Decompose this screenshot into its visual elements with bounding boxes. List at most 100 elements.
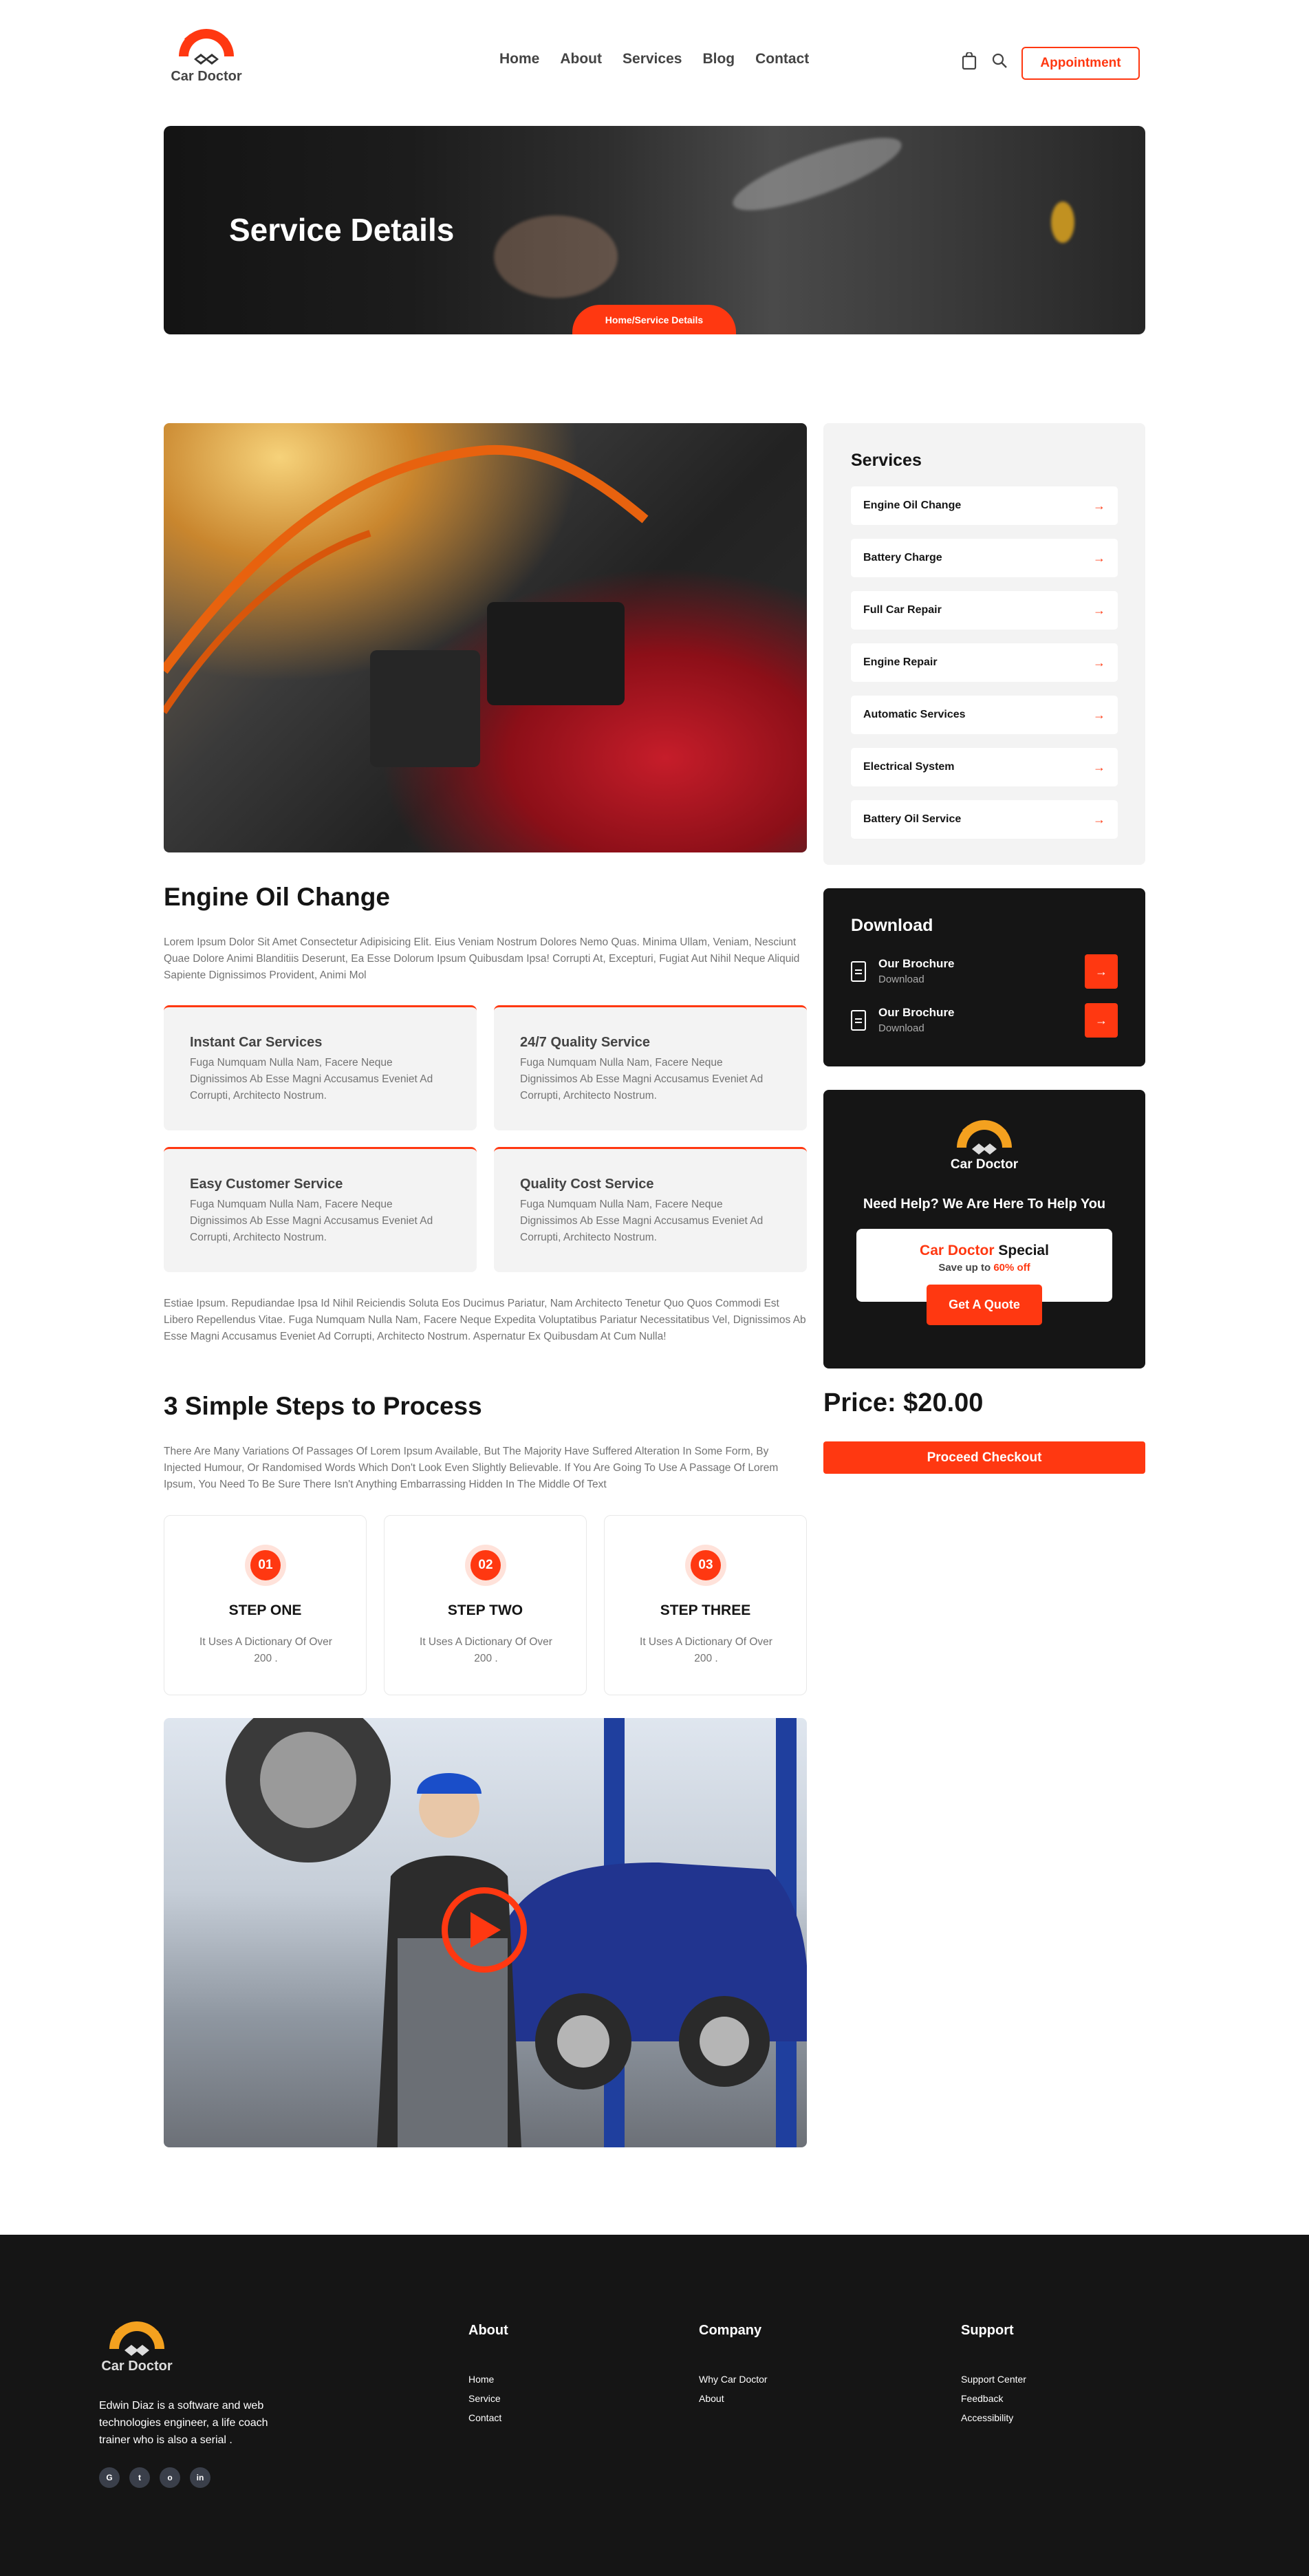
- service-label: Engine Oil Change: [863, 500, 962, 511]
- breadcrumb[interactable]: Home/Service Details: [572, 305, 736, 334]
- service-label: Electrical System: [863, 761, 955, 773]
- arrow-right-icon: →: [1093, 498, 1105, 513]
- help-logo: Car Doctor: [944, 1120, 1024, 1172]
- service-label: Battery Oil Service: [863, 813, 962, 825]
- gear-logo-icon: [109, 2321, 164, 2356]
- play-icon: [470, 1912, 501, 1948]
- step-card: 02 STEP TWO It Uses A Dictionary Of Over…: [384, 1515, 587, 1695]
- feature-title: Easy Customer Service: [190, 1177, 343, 1192]
- hero-title: Service Details: [229, 212, 455, 248]
- nav-about[interactable]: About: [560, 51, 602, 67]
- step-card: 01 STEP ONE It Uses A Dictionary Of Over…: [164, 1515, 367, 1695]
- service-label: Full Car Repair: [863, 604, 942, 616]
- logo-text: Car Doctor: [171, 69, 242, 84]
- footer-logo-text: Car Doctor: [101, 2359, 173, 2374]
- download-title: Download: [851, 916, 933, 935]
- service-title: Engine Oil Change: [164, 883, 390, 911]
- footer-link[interactable]: Support Center: [961, 2374, 1026, 2385]
- footer-link[interactable]: Service: [468, 2393, 501, 2404]
- step-number-badge: 02: [465, 1545, 506, 1586]
- help-title: Need Help? We Are Here To Help You: [863, 1196, 1106, 1212]
- google-icon[interactable]: G: [99, 2467, 120, 2488]
- service-link[interactable]: Full Car Repair →: [851, 591, 1118, 630]
- arrow-right-icon: →: [1093, 812, 1105, 826]
- feature-desc: Fuga Numquam Nulla Nam, Facere Neque Dig…: [190, 1057, 433, 1102]
- special-save: Save up to 60% off: [856, 1262, 1112, 1274]
- gear-logo-icon: [179, 29, 234, 65]
- nav-home[interactable]: Home: [499, 51, 539, 67]
- help-logo-text: Car Doctor: [950, 1157, 1019, 1172]
- arrow-right-icon: →: [1095, 1013, 1107, 1027]
- special-brand: Car Doctor: [920, 1243, 995, 1258]
- service-intro: Lorem Ipsum Dolor Sit Amet Consectetur A…: [164, 936, 800, 981]
- nav-services[interactable]: Services: [623, 51, 682, 67]
- footer-link[interactable]: Feedback: [961, 2393, 1003, 2404]
- gear-logo-icon: [957, 1120, 1012, 1155]
- footer-link[interactable]: Contact: [468, 2412, 501, 2423]
- nav-contact[interactable]: Contact: [755, 51, 809, 67]
- step-number-badge: 03: [685, 1545, 726, 1586]
- footer-link[interactable]: Why Car Doctor: [699, 2374, 768, 2385]
- help-panel: Car Doctor Need Help? We Are Here To Hel…: [823, 1090, 1145, 1368]
- linkedin-icon[interactable]: in: [190, 2467, 210, 2488]
- service-link[interactable]: Automatic Services →: [851, 696, 1118, 734]
- bag-icon[interactable]: [962, 51, 977, 74]
- service-price: Price: $20.00: [823, 1388, 984, 1417]
- file-icon: [851, 961, 866, 982]
- footer-link[interactable]: Home: [468, 2374, 494, 2385]
- arrow-right-icon: →: [1093, 655, 1105, 669]
- special-word: Special: [998, 1243, 1049, 1258]
- step-title: STEP TWO: [447, 1602, 523, 1618]
- footer-link[interactable]: About: [699, 2393, 724, 2404]
- step-title: STEP THREE: [660, 1602, 751, 1618]
- get-quote-button[interactable]: Get A Quote: [927, 1285, 1042, 1325]
- feature-title: Quality Cost Service: [520, 1177, 654, 1192]
- feature-desc: Fuga Numquam Nulla Nam, Facere Neque Dig…: [520, 1057, 764, 1102]
- service-link[interactable]: Electrical System →: [851, 748, 1118, 786]
- footer-description: Edwin Diaz is a software and web technol…: [99, 2400, 268, 2446]
- feature-card: Easy Customer Service Fuga Numquam Nulla…: [164, 1147, 477, 1272]
- footer-link[interactable]: Accessibility: [961, 2412, 1013, 2423]
- service-link[interactable]: Engine Repair →: [851, 643, 1118, 682]
- steps-title: 3 Simple Steps to Process: [164, 1392, 482, 1420]
- arrow-right-icon: →: [1093, 760, 1105, 774]
- footer-col-title: Support: [961, 2323, 1014, 2338]
- download-item-sub: Download: [878, 1022, 924, 1034]
- step-card: 03 STEP THREE It Uses A Dictionary Of Ov…: [604, 1515, 807, 1695]
- service-outro: Estiae Ipsum. Repudiandae Ipsa Id Nihil …: [164, 1298, 806, 1342]
- arrow-right-icon: →: [1093, 603, 1105, 617]
- download-item-title: Our Brochure: [878, 957, 955, 970]
- footer-logo[interactable]: Car Doctor: [99, 2321, 175, 2374]
- special-title: Car Doctor Special: [856, 1243, 1112, 1259]
- download-button[interactable]: →: [1085, 1003, 1118, 1038]
- download-button[interactable]: →: [1085, 954, 1118, 989]
- appointment-button[interactable]: Appointment: [1021, 47, 1140, 80]
- service-link[interactable]: Engine Oil Change →: [851, 486, 1118, 525]
- hero-glint: [1051, 202, 1074, 243]
- feature-card: Instant Car Services Fuga Numquam Nulla …: [164, 1005, 477, 1130]
- services-sidebar: Services Engine Oil Change → Battery Char…: [823, 423, 1145, 865]
- hero-glint: [726, 126, 909, 224]
- search-icon[interactable]: [991, 52, 1008, 72]
- service-link[interactable]: Battery Charge →: [851, 539, 1118, 577]
- mechanic-video: [164, 1718, 807, 2147]
- instagram-icon[interactable]: o: [160, 2467, 180, 2488]
- step-number: 01: [250, 1550, 281, 1580]
- twitter-icon[interactable]: t: [129, 2467, 150, 2488]
- site-logo[interactable]: Car Doctor: [168, 29, 245, 85]
- arrow-right-icon: →: [1093, 550, 1105, 565]
- step-desc: It Uses A Dictionary Of Over 200 .: [640, 1636, 772, 1664]
- service-link[interactable]: Battery Oil Service →: [851, 800, 1118, 839]
- feature-card: Quality Cost Service Fuga Numquam Nulla …: [494, 1147, 807, 1272]
- play-button[interactable]: [442, 1887, 527, 1973]
- footer-col-title: About: [468, 2323, 508, 2338]
- special-off: 60% off: [993, 1262, 1030, 1274]
- proceed-checkout-button[interactable]: Proceed Checkout: [823, 1441, 1145, 1474]
- special-save-label: Save up to: [938, 1262, 991, 1274]
- service-label: Battery Charge: [863, 552, 942, 564]
- arrow-right-icon: →: [1093, 707, 1105, 722]
- feature-desc: Fuga Numquam Nulla Nam, Facere Neque Dig…: [190, 1199, 433, 1243]
- nav-blog[interactable]: Blog: [702, 51, 735, 67]
- hero-banner: Service Details: [164, 126, 1145, 334]
- cable-graphic: [164, 444, 649, 767]
